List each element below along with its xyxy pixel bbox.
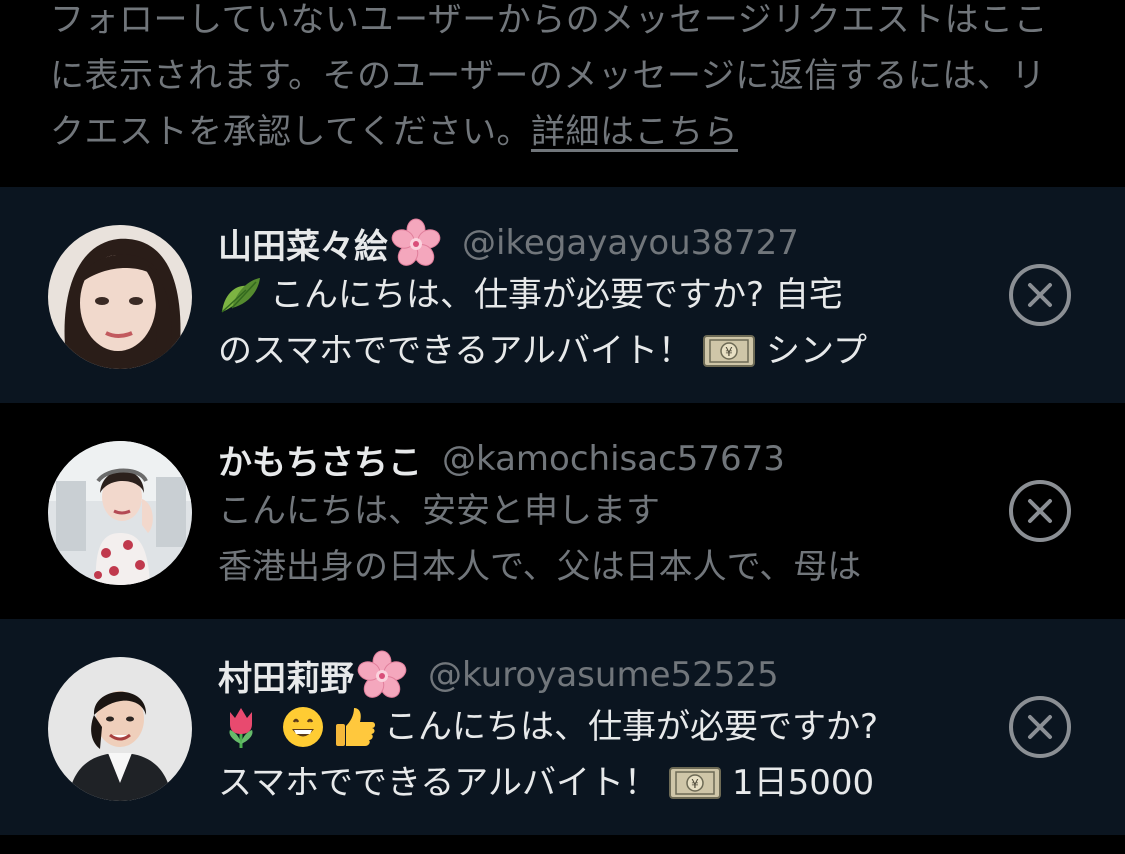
user-handle: @ikegayayou38727 bbox=[462, 223, 799, 263]
dismiss-button[interactable] bbox=[1008, 695, 1072, 759]
avatar[interactable] bbox=[48, 441, 192, 585]
message-preview: こんにちは、仕事が必要ですか? スマホでできるアルバイト！ ¥ 1日5000 bbox=[218, 699, 978, 811]
preview-line-2-end: シンプ bbox=[765, 331, 867, 371]
learn-more-link[interactable]: 詳細はこちら bbox=[531, 112, 738, 152]
display-name: 山田菜々絵 bbox=[218, 226, 388, 267]
message-request-row[interactable]: かもちさちこ @kamochisac57673 こんにちは、安安と申します 香港… bbox=[0, 403, 1125, 619]
message-request-row[interactable]: 村田莉野 @kuroyasume52525 こんにちは、仕事が必要ですか? スマ… bbox=[0, 619, 1125, 835]
grinning-face-icon bbox=[280, 704, 326, 750]
preview-line-1: こんにちは、仕事が必要ですか? 自宅 bbox=[270, 275, 843, 315]
notice-text-block: フォローしていないユーザーからのメッセージリクエストはここに表示されます。そのユ… bbox=[50, 0, 1080, 160]
yen-banknote-icon: ¥ bbox=[702, 328, 756, 374]
dismiss-button[interactable] bbox=[1008, 263, 1072, 327]
request-header: 村田莉野 @kuroyasume52525 bbox=[218, 649, 779, 701]
tulip-icon bbox=[218, 704, 264, 750]
avatar[interactable] bbox=[48, 657, 192, 801]
user-handle: @kamochisac57673 bbox=[442, 439, 785, 479]
svg-text:¥: ¥ bbox=[691, 777, 699, 791]
preview-line-2-end: 1日5000 bbox=[731, 763, 875, 803]
cherry-blossom-icon bbox=[356, 649, 408, 701]
leaf-icon bbox=[218, 272, 264, 318]
request-header: 山田菜々絵 @ikegayayou38727 bbox=[218, 217, 799, 269]
dismiss-button[interactable] bbox=[1008, 479, 1072, 543]
request-header: かもちさちこ @kamochisac57673 bbox=[218, 433, 785, 485]
message-preview: こんにちは、仕事が必要ですか? 自宅 のスマホでできるアルバイト！ ¥ シンプ bbox=[218, 267, 978, 379]
close-circle-icon bbox=[1009, 264, 1071, 326]
preview-line-2: スマホでできるアルバイト！ bbox=[218, 763, 658, 803]
message-preview: こんにちは、安安と申します 香港出身の日本人で、父は日本人で、母は bbox=[218, 483, 978, 595]
svg-text:¥: ¥ bbox=[725, 345, 733, 359]
avatar[interactable] bbox=[48, 225, 192, 369]
preview-line-1: こんにちは、仕事が必要ですか? bbox=[384, 707, 879, 747]
preview-line-2: のスマホでできるアルバイト！ bbox=[218, 331, 692, 371]
user-handle: @kuroyasume52525 bbox=[428, 655, 779, 695]
preview-line-1: こんにちは、安安と申します bbox=[218, 491, 660, 531]
cherry-blossom-icon bbox=[390, 217, 442, 269]
thumbs-up-icon bbox=[332, 704, 378, 750]
yen-banknote-icon: ¥ bbox=[668, 760, 722, 806]
message-request-row[interactable]: 山田菜々絵 @ikegayayou38727 こんにちは、仕事が必要ですか? 自… bbox=[0, 187, 1125, 403]
display-name: 村田莉野 bbox=[218, 658, 354, 699]
close-circle-icon bbox=[1009, 480, 1071, 542]
display-name: かもちさちこ bbox=[218, 442, 422, 483]
close-circle-icon bbox=[1009, 696, 1071, 758]
preview-line-2: 香港出身の日本人で、父は日本人で、母は bbox=[218, 547, 862, 587]
message-requests-notice: フォローしていないユーザーからのメッセージリクエストはここに表示されます。そのユ… bbox=[0, 0, 1125, 187]
